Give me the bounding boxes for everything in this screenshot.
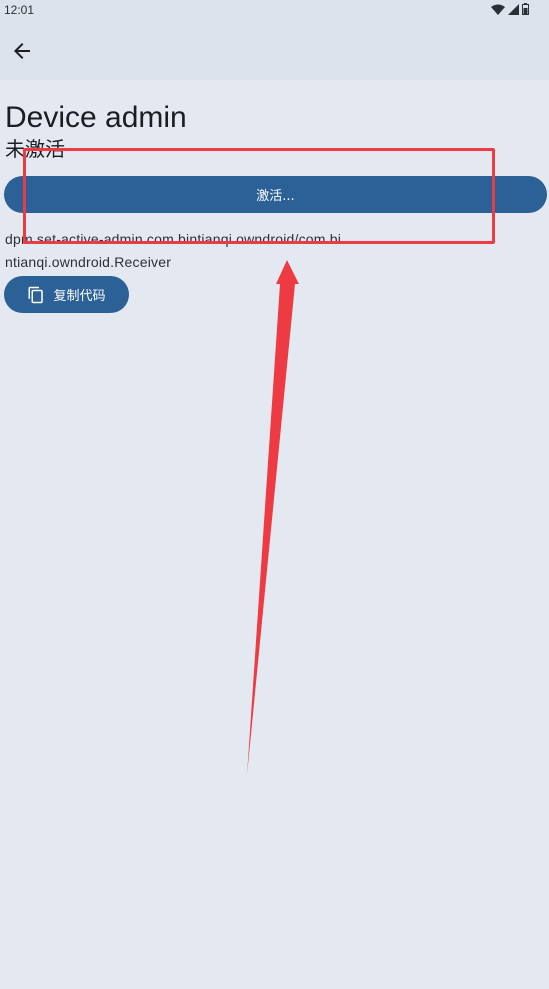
signal-icon	[508, 3, 519, 15]
copy-code-button[interactable]: 复制代码	[4, 276, 129, 313]
status-time: 12:01	[4, 3, 35, 17]
app-bar	[0, 22, 549, 80]
wifi-icon	[491, 4, 505, 15]
battery-icon	[522, 3, 529, 15]
copy-code-button-label: 复制代码	[53, 289, 106, 304]
page-title: Device admin	[5, 101, 187, 134]
status-bar: 12:01	[0, 0, 549, 22]
annotation-highlight-box	[23, 148, 495, 244]
copy-icon	[27, 286, 45, 304]
arrow-left-icon	[10, 43, 34, 67]
status-icons	[491, 3, 529, 15]
back-button[interactable]	[10, 39, 34, 63]
